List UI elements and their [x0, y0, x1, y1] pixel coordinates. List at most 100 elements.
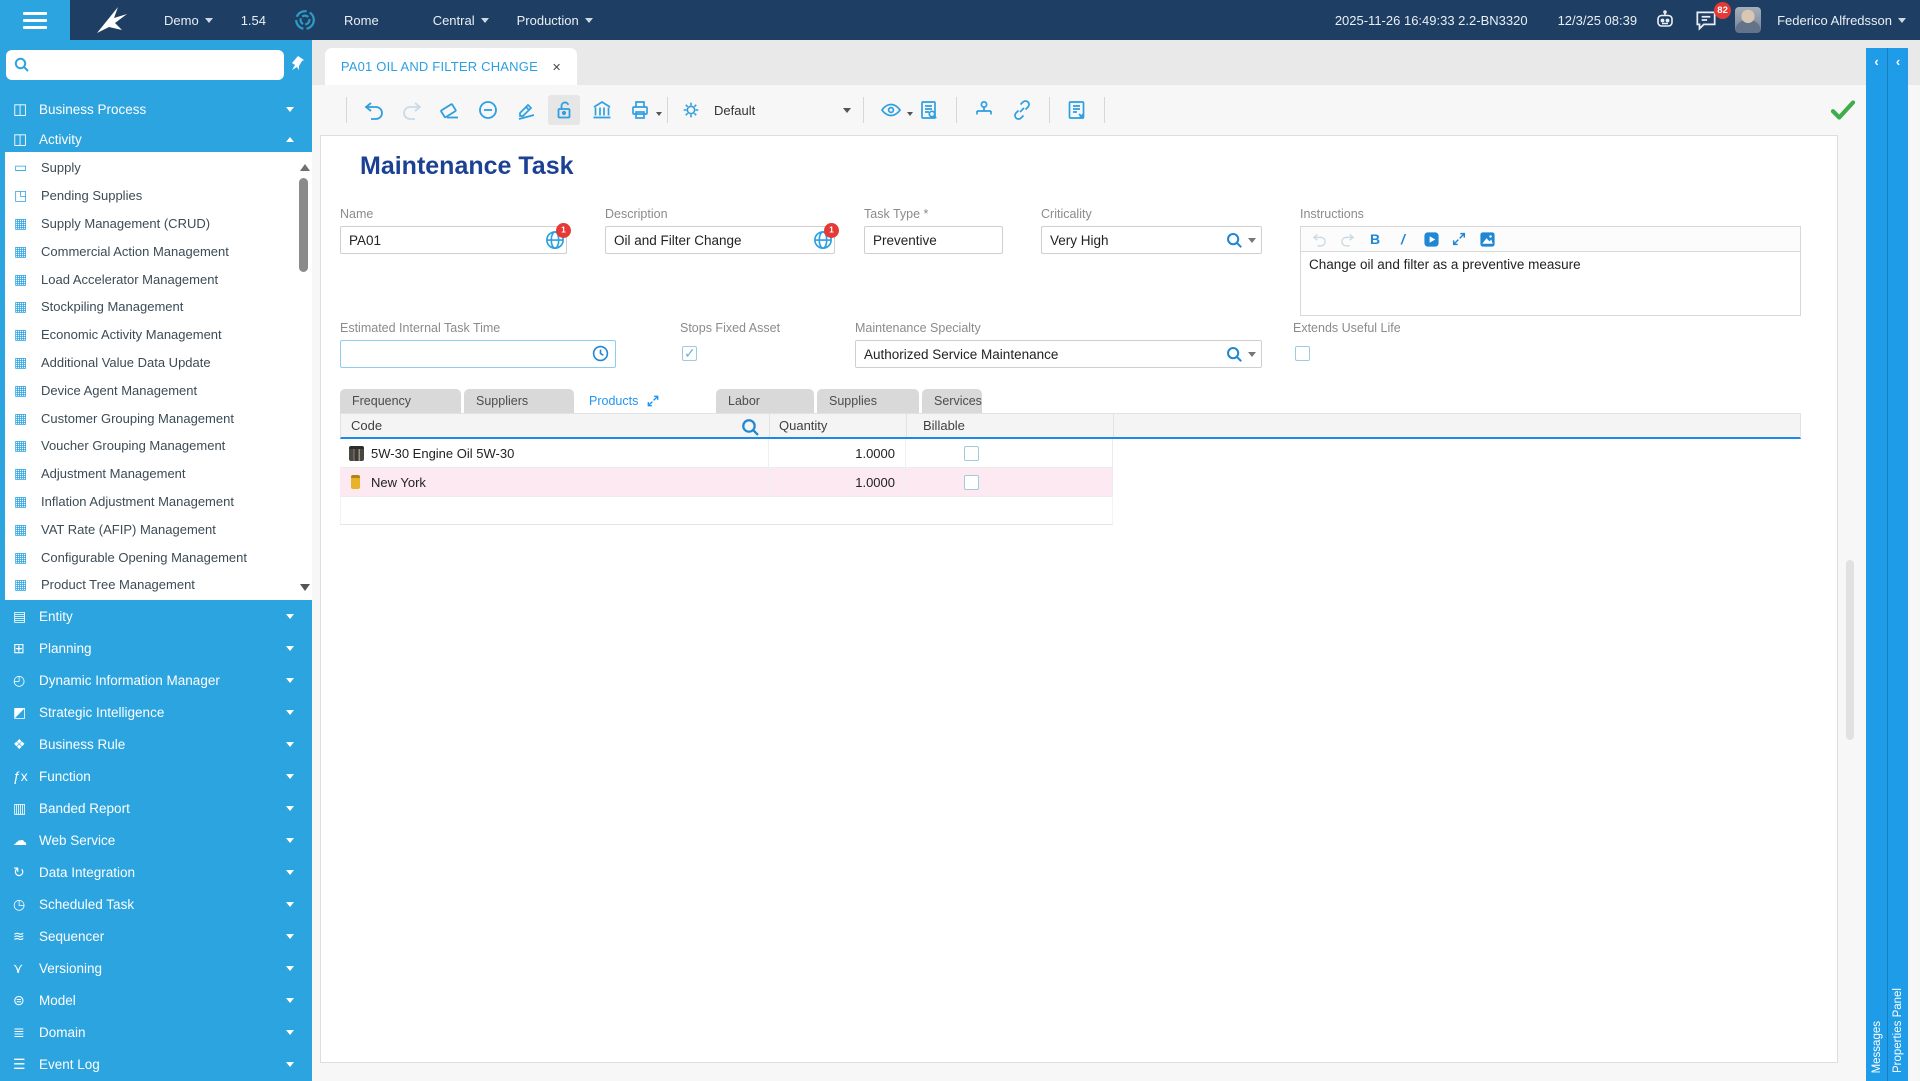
- preview-document-button[interactable]: [913, 95, 945, 125]
- workflow-button[interactable]: [968, 95, 1000, 125]
- sidebar-section[interactable]: ◴ Dynamic Information Manager: [0, 664, 312, 696]
- remove-button[interactable]: [472, 95, 504, 125]
- extends-useful-life-checkbox[interactable]: [1295, 346, 1310, 361]
- sidebar-section[interactable]: ❖ Business Rule: [0, 728, 312, 760]
- sidebar-item[interactable]: ▭ Supply: [5, 154, 312, 182]
- expand-grid-icon[interactable]: [646, 394, 660, 408]
- mode-select[interactable]: Production: [517, 13, 593, 28]
- user-avatar[interactable]: [1735, 7, 1761, 33]
- detail-tab[interactable]: Services: [922, 389, 982, 413]
- sidebar-item[interactable]: ▦ Voucher Grouping Management: [5, 432, 312, 460]
- description-input[interactable]: [605, 226, 835, 254]
- print-button[interactable]: [624, 95, 656, 125]
- estimated-time-input[interactable]: [340, 340, 616, 368]
- sidebar-section[interactable]: ◩ Strategic Intelligence: [0, 696, 312, 728]
- close-icon[interactable]: [552, 59, 561, 74]
- sidebar-scrollbar-thumb[interactable]: [299, 178, 308, 272]
- audit-log-button[interactable]: [1061, 95, 1093, 125]
- sidebar-item[interactable]: ▦ Customer Grouping Management: [5, 404, 312, 432]
- column-search-icon[interactable]: [741, 418, 760, 437]
- sidebar-scroll-up-arrow[interactable]: [300, 164, 310, 171]
- detail-tab[interactable]: Labor: [716, 389, 814, 413]
- sidebar-section[interactable]: ☰ Event Log: [0, 1048, 312, 1080]
- sidebar-section[interactable]: ≣ Domain: [0, 1016, 312, 1048]
- organization-bank-icon[interactable]: [586, 95, 618, 125]
- environment-select[interactable]: Demo: [164, 13, 213, 28]
- sidebar-section[interactable]: ▤ Entity: [0, 600, 312, 632]
- main-scrollbar-thumb[interactable]: [1846, 560, 1854, 740]
- sidebar-scroll-down-arrow[interactable]: [300, 584, 310, 591]
- link-button[interactable]: [1006, 95, 1038, 125]
- chevron-down-icon[interactable]: [1248, 352, 1256, 357]
- table-row[interactable]: 5W-30 Engine Oil 5W-30 1.0000: [340, 439, 1113, 468]
- sidebar-item[interactable]: ▦ Economic Activity Management: [5, 321, 312, 349]
- sidebar-item[interactable]: ◳ Pending Supplies: [5, 182, 312, 210]
- detail-tab[interactable]: Suppliers: [464, 389, 574, 413]
- task-type-input[interactable]: [864, 226, 1003, 254]
- sidebar-section-business-process[interactable]: ◫ Business Process: [0, 94, 312, 124]
- sidebar-section[interactable]: ▥ Banded Report: [0, 792, 312, 824]
- bold-icon[interactable]: B: [1363, 228, 1387, 250]
- assistant-robot-icon[interactable]: [1653, 8, 1677, 32]
- sidebar-section[interactable]: ƒx Function: [0, 760, 312, 792]
- sidebar-item[interactable]: ▦ Commercial Action Management: [5, 237, 312, 265]
- sidebar-section[interactable]: ☁ Web Service: [0, 824, 312, 856]
- stops-fixed-asset-checkbox[interactable]: [682, 346, 697, 361]
- sidebar-item[interactable]: ▦ Additional Value Data Update: [5, 349, 312, 377]
- search-lookup-icon[interactable]: [1226, 346, 1243, 363]
- detail-tab[interactable]: Frequency: [340, 389, 461, 413]
- sidebar-item[interactable]: ▦ Product Tree Management: [5, 571, 312, 599]
- sidebar-item[interactable]: ▦ Load Accelerator Management: [5, 265, 312, 293]
- column-header-quantity[interactable]: Quantity: [769, 414, 906, 437]
- name-input[interactable]: [340, 226, 567, 254]
- resize-expand-icon[interactable]: [1447, 228, 1471, 250]
- redo-button[interactable]: [396, 95, 428, 125]
- undo-icon[interactable]: [1307, 228, 1331, 250]
- column-header-code[interactable]: Code: [341, 418, 769, 433]
- detail-tab[interactable]: Products: [577, 389, 713, 413]
- italic-icon[interactable]: /: [1391, 228, 1415, 250]
- notifications-chat-icon[interactable]: 82: [1693, 8, 1719, 32]
- clock-icon[interactable]: [592, 345, 609, 362]
- sidebar-section-activity[interactable]: ◫ Activity: [0, 124, 312, 154]
- sidebar-section[interactable]: ↻ Data Integration: [0, 856, 312, 888]
- table-empty-row[interactable]: [340, 497, 1113, 525]
- sidebar-item[interactable]: ▦ Device Agent Management: [5, 376, 312, 404]
- image-icon[interactable]: [1475, 228, 1499, 250]
- profile-select[interactable]: Default: [680, 99, 851, 121]
- view-options-button[interactable]: [875, 95, 907, 125]
- dock-tab-messages[interactable]: Messages: [1866, 48, 1887, 1081]
- sidebar-item[interactable]: ▦ Adjustment Management: [5, 460, 312, 488]
- edit-disabled-icon[interactable]: [510, 95, 542, 125]
- undo-button[interactable]: [358, 95, 390, 125]
- branch-select[interactable]: Central: [433, 13, 489, 28]
- pin-icon[interactable]: [288, 54, 306, 72]
- document-tab[interactable]: PA01 OIL AND FILTER CHANGE: [325, 48, 577, 85]
- maintenance-specialty-input[interactable]: [855, 340, 1262, 368]
- translate-globe-icon[interactable]: 1: [813, 230, 833, 250]
- sidebar-item[interactable]: ▦ VAT Rate (AFIP) Management: [5, 515, 312, 543]
- sidebar-item[interactable]: ▦ Stockpiling Management: [5, 293, 312, 321]
- column-header-billable[interactable]: Billable: [906, 414, 1114, 437]
- hamburger-menu-button[interactable]: [0, 0, 70, 40]
- sidebar-search-input[interactable]: [36, 58, 284, 73]
- detail-tab[interactable]: Supplies: [817, 389, 919, 413]
- sidebar-item[interactable]: ▦ Inflation Adjustment Management: [5, 488, 312, 516]
- translate-globe-icon[interactable]: 1: [545, 230, 565, 250]
- sidebar-item[interactable]: ▦ Supply Management (CRUD): [5, 210, 312, 238]
- chevron-down-icon[interactable]: [1248, 238, 1256, 243]
- user-menu[interactable]: Federico Alfredsson: [1777, 13, 1906, 28]
- search-lookup-icon[interactable]: [1226, 232, 1243, 249]
- sidebar-section[interactable]: ⋎ Versioning: [0, 952, 312, 984]
- video-icon[interactable]: [1419, 228, 1443, 250]
- sidebar-section[interactable]: ⊞ Planning: [0, 632, 312, 664]
- sidebar-section[interactable]: ⊜ Model: [0, 984, 312, 1016]
- instructions-value[interactable]: Change oil and filter as a preventive me…: [1300, 252, 1801, 316]
- dock-tab-properties-panel[interactable]: Properties Panel: [1887, 48, 1908, 1081]
- table-row[interactable]: New York 1.0000: [340, 468, 1113, 497]
- sidebar-section[interactable]: ≋ Sequencer: [0, 920, 312, 952]
- sidebar-section[interactable]: ◷ Scheduled Task: [0, 888, 312, 920]
- unlock-button[interactable]: [548, 95, 580, 125]
- sidebar-item[interactable]: ▦ Configurable Opening Management: [5, 543, 312, 571]
- sidebar-search-box[interactable]: [6, 50, 284, 80]
